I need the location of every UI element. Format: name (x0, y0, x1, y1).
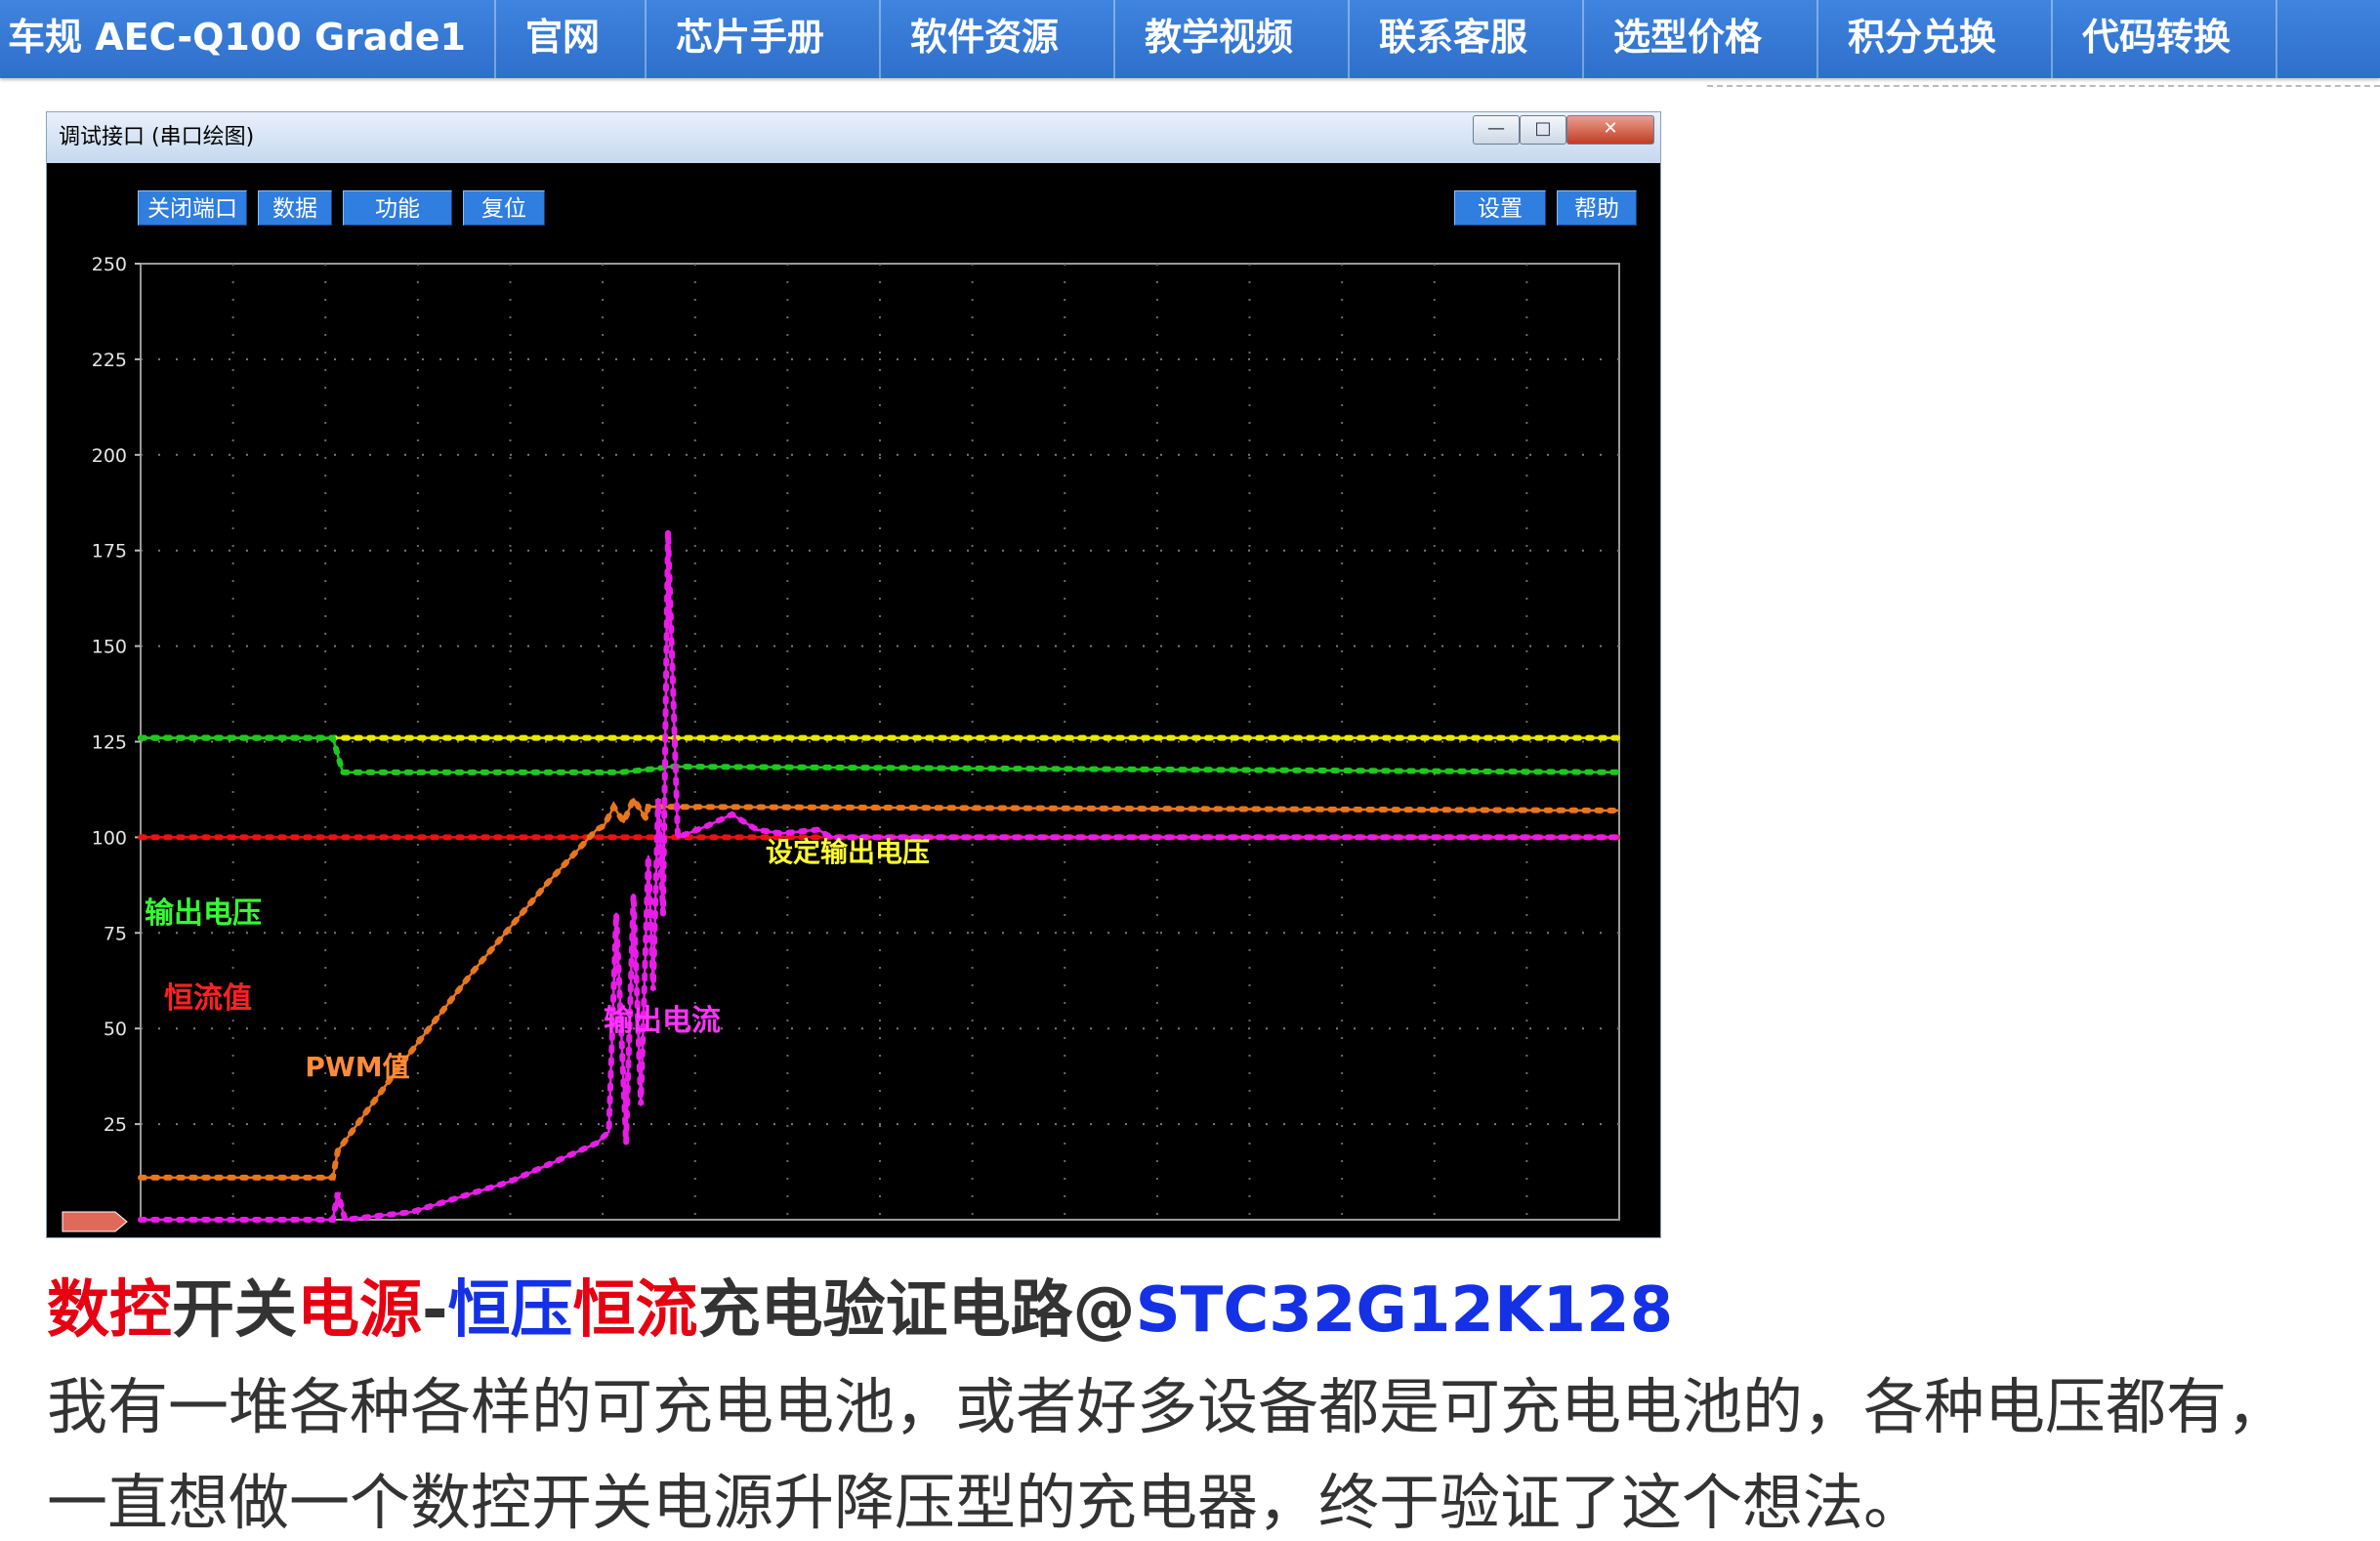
y-tick-label: 175 (92, 541, 127, 562)
y-tick-label: 250 (92, 254, 127, 275)
close-button[interactable]: ✕ (1566, 115, 1654, 145)
y-tick-label: 75 (104, 923, 127, 944)
article-body-line: 一直想做一个数控开关电源升降压型的充电器，终于验证了这个想法。 (47, 1467, 1925, 1538)
window-title: 调试接口 (串口绘图) (59, 125, 255, 149)
article-title: 数控开关电源-恒压恒流充电验证电路@STC32G12K128 (47, 1260, 1673, 1350)
nav-item-support[interactable]: 联系客服 (1348, 0, 1527, 78)
title-part: 恒压 (447, 1274, 573, 1347)
series-annotation: PWM值 (305, 1051, 409, 1083)
y-tick-label: 150 (92, 637, 127, 658)
maximize-button[interactable]: □ (1520, 115, 1566, 145)
y-tick-label: 25 (104, 1114, 127, 1136)
serial-plot-chart: 250 225 200 175 150 125 100 75 50 25 设定输出电压输出电压恒流值… (62, 254, 1622, 1232)
series-annotation: 恒流值 (164, 981, 252, 1016)
title-part: - (422, 1274, 448, 1347)
nav-item-points[interactable]: 积分兑换 (1816, 0, 1996, 78)
title-part: STC32G12K128 (1135, 1274, 1674, 1347)
series-markers (138, 734, 1622, 775)
series-annotation: 输出电压 (145, 896, 262, 931)
divider-line (1707, 85, 2380, 87)
y-tick-label: 50 (104, 1019, 127, 1040)
y-tick-label: 125 (92, 732, 127, 754)
y-tick-label: 100 (92, 827, 127, 849)
title-part: 数控 (47, 1274, 172, 1347)
title-part: 开关 (172, 1274, 297, 1347)
nav-item-videos[interactable]: 教学视频 (1113, 0, 1293, 78)
channel-marker-icon (62, 1211, 128, 1232)
nav-item-official-site[interactable]: 官网 (494, 0, 600, 78)
article-body-line: 我有一堆各种各样的可充电电池，或者好多设备都是可充电电池的，各种电压都有， (47, 1371, 2288, 1442)
y-tick-label: 200 (92, 445, 127, 467)
title-part: 电源 (297, 1274, 422, 1347)
y-tick-label: 225 (92, 350, 127, 371)
series-annotation: 输出电流 (604, 1004, 721, 1038)
title-part: 恒流 (572, 1274, 698, 1347)
nav-divider (2276, 0, 2380, 78)
nav-item-chip-manual[interactable]: 芯片手册 (645, 0, 824, 78)
nav-item-software[interactable]: 软件资源 (879, 0, 1059, 78)
window-titlebar: 调试接口 (串口绘图) — □ ✕ (47, 112, 1660, 163)
series-annotation: 设定输出电压 (766, 836, 930, 868)
minimize-button[interactable]: — (1473, 115, 1520, 145)
nav-item-code-convert[interactable]: 代码转换 (2051, 0, 2231, 78)
nav-item-pricing[interactable]: 选型价格 (1582, 0, 1762, 78)
top-nav-bar: 车规 AEC-Q100 Grade1 官网 芯片手册 软件资源 教学视频 联系客… (0, 0, 2380, 78)
serial-plot-window: 调试接口 (串口绘图) — □ ✕ 关闭端口 数据 功能 复位 设置 帮助 25… (47, 112, 1660, 1237)
brand-link[interactable]: 车规 AEC-Q100 Grade1 (8, 0, 466, 78)
title-part: 充电验证电路@ (697, 1274, 1136, 1347)
